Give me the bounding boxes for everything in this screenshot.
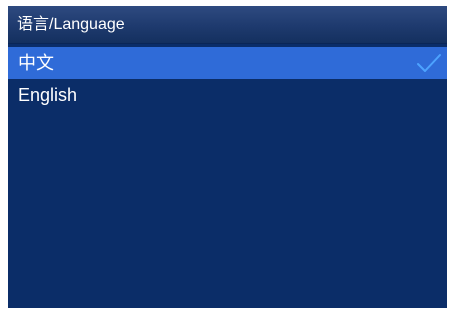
language-option-chinese[interactable]: 中文: [8, 47, 447, 79]
check-icon: [417, 54, 441, 72]
language-option-label: English: [18, 85, 78, 105]
title-bar: 语言/Language: [8, 6, 447, 44]
language-option-english[interactable]: English: [8, 79, 447, 111]
language-option-label: 中文: [18, 53, 54, 73]
language-list: 中文 English: [8, 47, 447, 111]
language-settings-screen: 语言/Language 中文 English: [8, 6, 447, 308]
page-title: 语言/Language: [17, 16, 125, 33]
